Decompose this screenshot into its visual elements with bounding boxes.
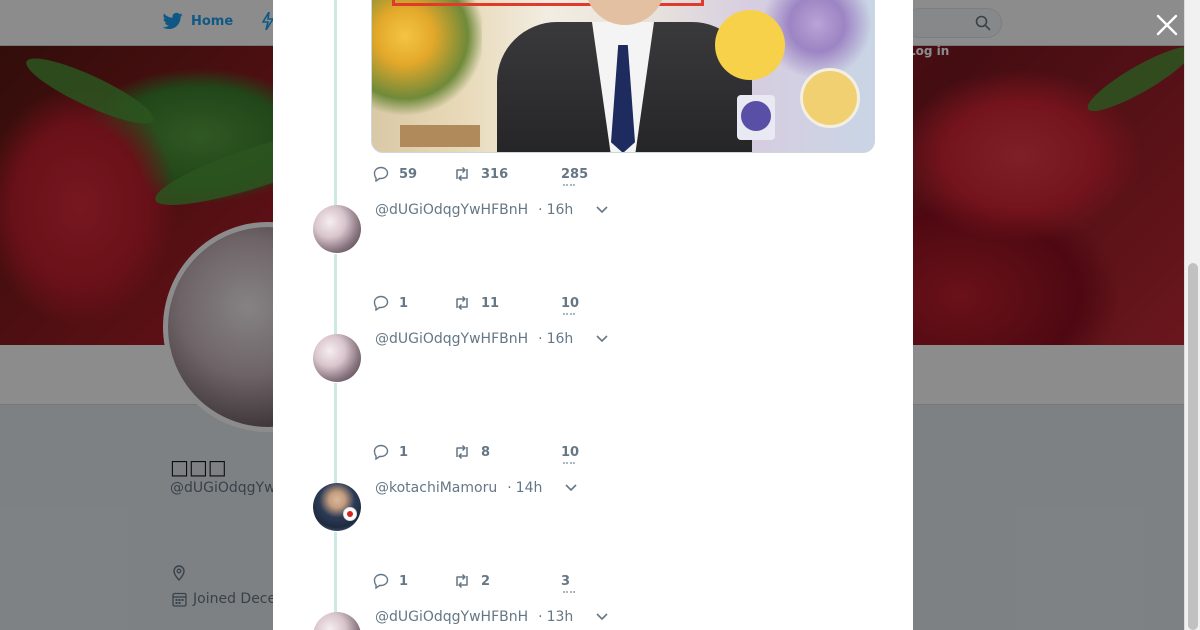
thread-connector-line bbox=[334, 532, 337, 612]
reply-count: 1 bbox=[399, 444, 409, 460]
tweet-avatar[interactable] bbox=[313, 483, 361, 531]
scrollbar-thumb[interactable] bbox=[1188, 263, 1198, 630]
tweet-timestamp[interactable]: 13h bbox=[547, 609, 574, 625]
retweet-icon bbox=[456, 444, 468, 460]
reply-count: 1 bbox=[399, 573, 409, 589]
retweet-button[interactable]: 11 bbox=[453, 295, 561, 311]
retweet-button[interactable]: 316 bbox=[453, 166, 561, 182]
thread-connector-line bbox=[334, 383, 337, 483]
tweet-timestamp[interactable]: 16h bbox=[547, 331, 574, 347]
retweet-count: 8 bbox=[481, 444, 491, 460]
retweet-button[interactable]: 2 bbox=[453, 573, 561, 589]
tweet-actions: 1 2 3 bbox=[373, 573, 575, 593]
reply-icon bbox=[373, 444, 389, 460]
like-button[interactable]: 3 bbox=[561, 573, 575, 593]
tweet-handle[interactable]: @dUGiOdqgYwHFBnH bbox=[375, 609, 528, 625]
reply-count: 59 bbox=[399, 166, 418, 182]
tweet-header: @dUGiOdqgYwHFBnH · 16h bbox=[375, 331, 609, 347]
close-icon[interactable] bbox=[1155, 13, 1179, 37]
tweet-actions: 59 316 285 bbox=[373, 166, 589, 186]
thread-connector-line bbox=[334, 254, 337, 334]
reply-count: 1 bbox=[399, 295, 409, 311]
retweet-icon bbox=[456, 166, 468, 182]
tweet-timestamp[interactable]: 16h bbox=[547, 202, 574, 218]
reply-button[interactable]: 1 bbox=[373, 444, 453, 460]
chevron-down-icon[interactable] bbox=[595, 205, 609, 215]
retweet-icon bbox=[456, 295, 468, 311]
chevron-down-icon[interactable] bbox=[595, 334, 609, 344]
tweet-actions: 1 11 10 bbox=[373, 295, 580, 315]
retweet-count: 2 bbox=[481, 573, 491, 589]
like-count: 3 bbox=[561, 573, 571, 589]
tweet-avatar[interactable] bbox=[313, 612, 361, 630]
reply-icon bbox=[373, 295, 389, 311]
tweet-avatar[interactable] bbox=[313, 334, 361, 382]
tweet-header: @dUGiOdqgYwHFBnH · 13h bbox=[375, 609, 609, 625]
chevron-down-icon[interactable] bbox=[564, 483, 578, 493]
like-count: 10 bbox=[561, 295, 580, 311]
tweet-handle[interactable]: @kotachiMamoru bbox=[375, 480, 497, 496]
like-button[interactable]: 10 bbox=[561, 295, 580, 315]
tweet-media-image[interactable] bbox=[371, 0, 875, 153]
retweet-count: 11 bbox=[481, 295, 500, 311]
tweet-avatar[interactable] bbox=[313, 205, 361, 253]
tweet-header: @kotachiMamoru · 14h bbox=[375, 480, 578, 496]
reply-button[interactable]: 59 bbox=[373, 166, 453, 182]
like-count: 285 bbox=[561, 166, 589, 182]
like-count: 10 bbox=[561, 444, 580, 460]
thread-connector-line bbox=[334, 0, 337, 205]
reply-icon bbox=[373, 573, 389, 589]
tweet-timestamp[interactable]: 14h bbox=[516, 480, 543, 496]
tweet-handle[interactable]: @dUGiOdqgYwHFBnH bbox=[375, 202, 528, 218]
retweet-button[interactable]: 8 bbox=[453, 444, 561, 460]
like-button[interactable]: 10 bbox=[561, 444, 580, 464]
page-scrollbar[interactable] bbox=[1184, 0, 1200, 630]
tweet-handle[interactable]: @dUGiOdqgYwHFBnH bbox=[375, 331, 528, 347]
chevron-down-icon[interactable] bbox=[595, 612, 609, 622]
like-button[interactable]: 285 bbox=[561, 166, 589, 186]
japan-flag-icon bbox=[343, 507, 357, 521]
retweet-count: 316 bbox=[481, 166, 509, 182]
reply-icon bbox=[373, 166, 389, 182]
reply-button[interactable]: 1 bbox=[373, 573, 453, 589]
retweet-icon bbox=[456, 573, 468, 589]
reply-button[interactable]: 1 bbox=[373, 295, 453, 311]
tweet-header: @dUGiOdqgYwHFBnH · 16h bbox=[375, 202, 609, 218]
tweet-thread-modal: 59 316 285 @dUGiOdqgYwHFBnH · 16h 1 11 1… bbox=[273, 0, 913, 630]
tweet-actions: 1 8 10 bbox=[373, 444, 580, 464]
